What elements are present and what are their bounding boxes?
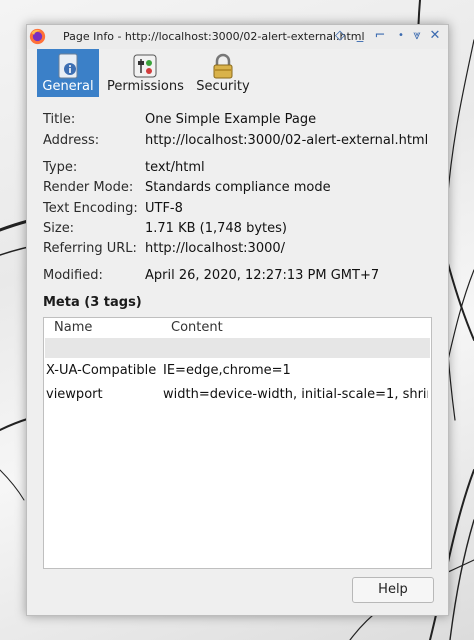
table-row[interactable]: viewport width=device-width, initial-sca… bbox=[44, 385, 431, 405]
modified-label: Modified: bbox=[43, 268, 103, 283]
render-mode-value[interactable]: Standards compliance mode bbox=[145, 180, 331, 195]
type-value[interactable]: text/html bbox=[145, 160, 205, 175]
meta-heading: Meta (3 tags) bbox=[43, 295, 142, 310]
tab-security[interactable]: Security bbox=[190, 49, 256, 97]
render-mode-label: Render Mode: bbox=[43, 180, 134, 195]
page-info-dialog: Page Info - http://localhost:3000/02-ale… bbox=[26, 24, 449, 616]
size-value[interactable]: 1.71 KB (1,748 bytes) bbox=[145, 221, 287, 236]
padlock-icon bbox=[213, 53, 233, 79]
title-value[interactable]: One Simple Example Page bbox=[145, 112, 316, 127]
pin-icon[interactable]: • bbox=[393, 28, 409, 44]
maximize-icon[interactable]: ⌐ bbox=[372, 28, 388, 44]
table-row[interactable]: X-UA-Compatible IE=edge,chrome=1 bbox=[44, 361, 431, 381]
referring-url-label: Referring URL: bbox=[43, 241, 137, 256]
type-label: Type: bbox=[43, 160, 78, 175]
meta-content-cell: width=device-width, initial-scale=1, shr… bbox=[163, 387, 428, 402]
tab-general[interactable]: General bbox=[37, 49, 99, 97]
permissions-toggles-icon bbox=[133, 54, 157, 78]
info-page-icon bbox=[58, 53, 78, 79]
window-title: Page Info - http://localhost:3000/02-ale… bbox=[63, 30, 365, 43]
title-bar[interactable]: Page Info - http://localhost:3000/02-ale… bbox=[27, 25, 448, 49]
address-value[interactable]: http://localhost:3000/02-alert-external.… bbox=[145, 133, 428, 148]
referring-url-value[interactable]: http://localhost:3000/ bbox=[145, 241, 285, 256]
shade-icon[interactable]: ⩔ bbox=[409, 28, 425, 44]
title-label: Title: bbox=[43, 112, 76, 127]
meta-content-cell: IE=edge,chrome=1 bbox=[163, 363, 291, 378]
column-header-content[interactable]: Content bbox=[171, 320, 223, 335]
meta-name-cell: X-UA-Compatible bbox=[46, 363, 157, 378]
tab-general-label: General bbox=[42, 79, 94, 94]
meta-table[interactable]: Name Content X-UA-Compatible IE=edge,chr… bbox=[43, 317, 432, 569]
meta-name-cell: viewport bbox=[46, 387, 103, 402]
help-button[interactable]: Help bbox=[352, 577, 434, 603]
minimize-icon[interactable]: _ bbox=[352, 28, 368, 44]
size-label: Size: bbox=[43, 221, 75, 236]
tab-permissions-label: Permissions bbox=[107, 79, 184, 94]
meta-table-header: Name Content bbox=[44, 318, 431, 338]
keep-above-icon[interactable]: ◇ bbox=[332, 28, 348, 44]
tab-permissions[interactable]: Permissions bbox=[107, 49, 184, 97]
column-header-name[interactable]: Name bbox=[54, 320, 92, 335]
text-encoding-label: Text Encoding: bbox=[43, 201, 138, 216]
modified-value[interactable]: April 26, 2020, 12:27:13 PM GMT+7 bbox=[145, 268, 379, 283]
tab-toolbar: General Permissions Security bbox=[27, 49, 448, 99]
firefox-icon bbox=[29, 28, 46, 45]
address-label: Address: bbox=[43, 133, 100, 148]
table-row-selected[interactable] bbox=[45, 338, 430, 358]
tab-security-label: Security bbox=[196, 79, 250, 94]
close-icon[interactable]: ✕ bbox=[427, 28, 443, 44]
text-encoding-value[interactable]: UTF-8 bbox=[145, 201, 183, 216]
